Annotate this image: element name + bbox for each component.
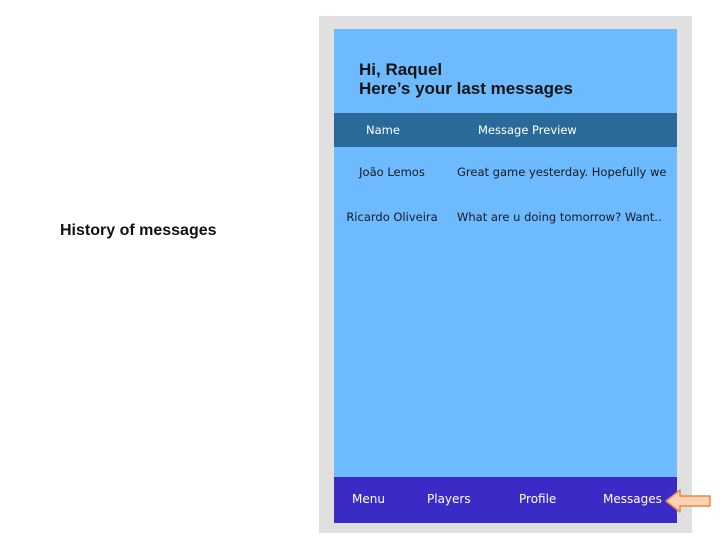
- message-sender-name: Ricardo Oliveira: [346, 210, 438, 224]
- message-preview-text: Great game yesterday. Hopefully we..: [457, 165, 667, 179]
- message-row[interactable]: João Lemos Great game yesterday. Hopeful…: [334, 162, 677, 184]
- message-preview-text: What are u doing tomorrow? Want..: [457, 210, 662, 224]
- message-sender-name: João Lemos: [359, 165, 425, 179]
- phone-screen: Hi, Raquel Here’s your last messages Nam…: [334, 29, 677, 523]
- message-row[interactable]: Ricardo Oliveira What are u doing tomorr…: [334, 207, 677, 229]
- greeting-line-1: Hi, Raquel: [359, 60, 443, 79]
- column-header-name: Name: [366, 123, 400, 137]
- left-arrow-icon: [665, 489, 711, 513]
- column-header-message-preview: Message Preview: [478, 123, 577, 137]
- nav-item-menu[interactable]: Menu: [352, 492, 385, 506]
- messages-table-header: Name Message Preview: [334, 113, 677, 147]
- nav-item-players[interactable]: Players: [427, 492, 471, 506]
- greeting-header: Hi, Raquel Here’s your last messages: [359, 60, 573, 98]
- greeting-line-2: Here’s your last messages: [359, 79, 573, 98]
- slide-caption: History of messages: [60, 222, 217, 239]
- bottom-navigation: Menu Players Profile Messages: [334, 477, 677, 523]
- nav-item-messages[interactable]: Messages: [603, 492, 662, 506]
- nav-item-profile[interactable]: Profile: [519, 492, 556, 506]
